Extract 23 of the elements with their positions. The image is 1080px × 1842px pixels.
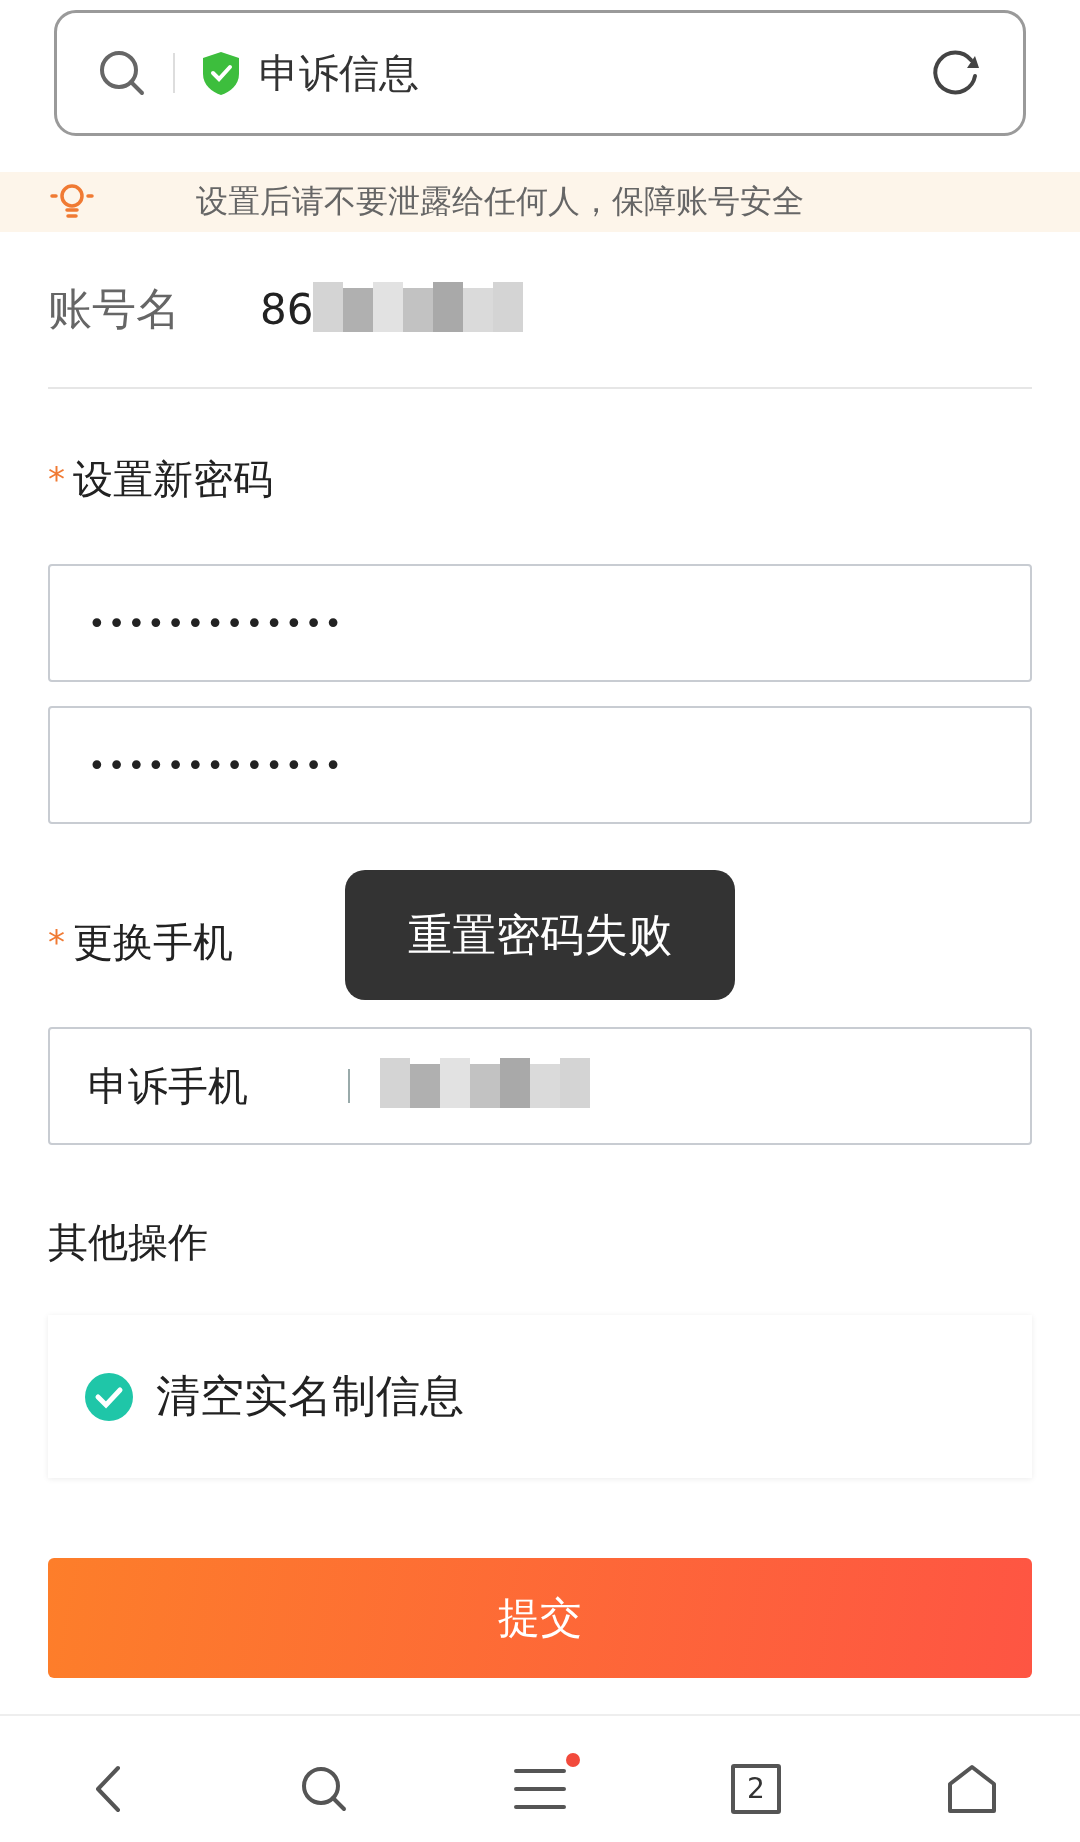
required-mark: *	[48, 459, 65, 499]
password-field[interactable]: •••••••••••••	[48, 564, 1032, 682]
option-card[interactable]: 清空实名制信息	[48, 1315, 1032, 1478]
field-label: 设置新密码	[73, 454, 273, 504]
required-mark: *	[48, 922, 65, 962]
section-title: 其他操作	[48, 1218, 209, 1267]
field-label: 更换手机	[73, 917, 233, 967]
tab-count: 2	[731, 1763, 781, 1814]
page-title: 申诉信息	[259, 48, 420, 98]
option-label: 清空实名制信息	[156, 1369, 464, 1423]
menu-icon	[514, 1766, 566, 1811]
notice-text: 设置后请不要泄露给任何人，保障账号安全	[196, 181, 804, 222]
back-icon	[93, 1764, 123, 1813]
search-icon	[300, 1764, 348, 1813]
search-icon	[97, 48, 147, 98]
toast-message: 重置密码失败	[345, 870, 735, 1000]
phone-field[interactable]: 申诉手机	[48, 1027, 1032, 1145]
home-icon	[947, 1763, 997, 1814]
account-value: 86	[260, 285, 314, 334]
checkbox[interactable]	[84, 1371, 134, 1422]
address-bar[interactable]: 申诉信息	[54, 10, 1026, 136]
account-label: 账号名	[48, 282, 180, 336]
password-field[interactable]: •••••••••••••	[48, 706, 1032, 824]
